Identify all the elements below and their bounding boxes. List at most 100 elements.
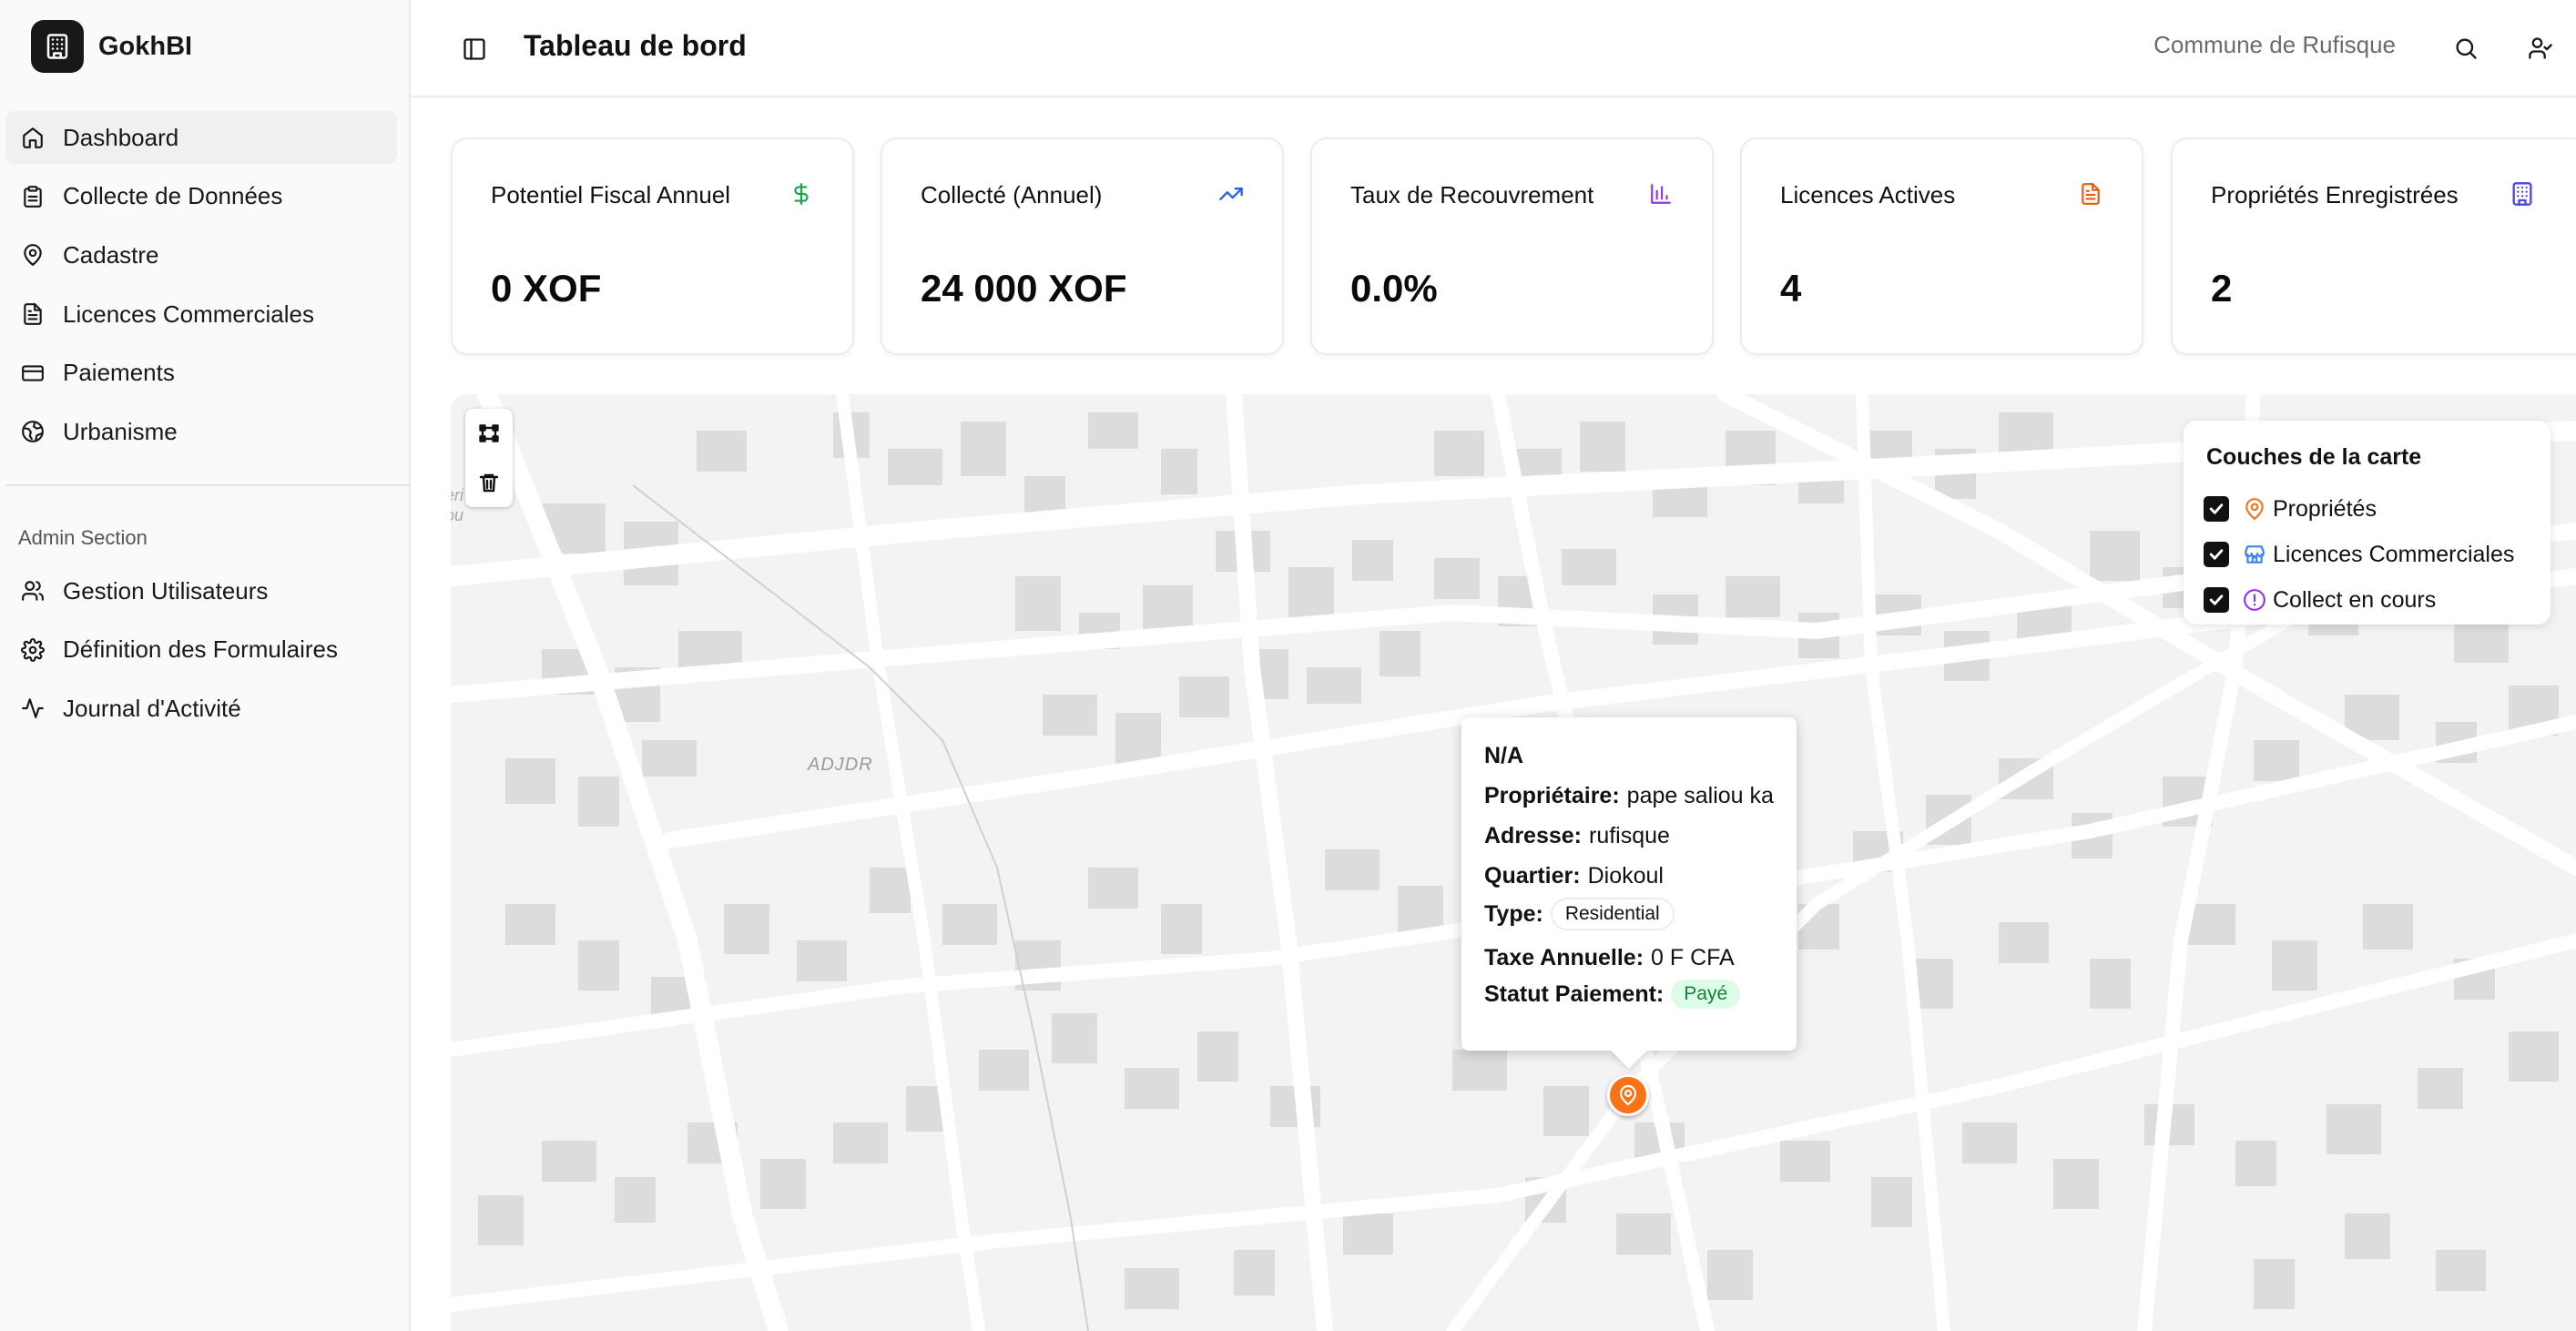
brand[interactable]: GokhBI <box>31 20 192 73</box>
sidebar-item-label: Dashboard <box>63 123 179 151</box>
stat-value: 0 XOF <box>491 267 602 310</box>
sidebar-item-cadastre[interactable]: Cadastre <box>5 229 397 281</box>
layer-toggle-proprietes[interactable]: Propriétés <box>2204 493 2377 524</box>
trending-up-icon <box>1217 179 1246 208</box>
search-icon <box>2456 38 2477 59</box>
layer-label: Licences Commerciales <box>2273 541 2515 567</box>
stat-value: 2 <box>2211 267 2233 310</box>
store-icon <box>2242 542 2267 567</box>
sidebar-toggle-button[interactable] <box>456 31 493 67</box>
stat-card-licences: Licences Actives 4 <box>1740 137 2143 355</box>
owner-value: pape saliou ka <box>1626 783 1774 808</box>
stat-card-proprietes: Propriétés Enregistrées 2 <box>2171 137 2576 355</box>
draw-toolbar <box>465 409 513 507</box>
popup-status-row: Statut Paiement: Payé <box>1484 980 1741 1009</box>
dollar-icon <box>787 179 816 208</box>
address-label: Adresse: <box>1484 823 1582 848</box>
layer-label: Collect en cours <box>2273 586 2437 613</box>
clipboard-icon <box>18 182 47 211</box>
map-pin-icon <box>1619 1084 1637 1106</box>
type-badge: Residential <box>1550 898 1675 930</box>
sidebar-divider <box>5 484 411 486</box>
bar-chart-icon <box>1646 179 1675 208</box>
search-button[interactable] <box>2447 29 2485 67</box>
home-icon <box>18 123 47 152</box>
draw-polygon-button[interactable] <box>465 409 513 458</box>
checkbox-checked[interactable] <box>2204 587 2229 613</box>
address-value: rufisque <box>1589 823 1670 848</box>
popup-title: N/A <box>1484 743 1524 768</box>
owner-label: Propriétaire: <box>1484 783 1620 808</box>
place-fragment-line-2: ou <box>451 506 464 524</box>
layer-label: Propriétés <box>2273 495 2377 522</box>
admin-nav: Gestion Utilisateurs Définition des Form… <box>5 564 397 741</box>
file-text-icon <box>2076 179 2105 208</box>
admin-section-title: Admin Section <box>18 526 148 549</box>
popup-tax-row: Taxe Annuelle: 0 F CFA <box>1484 945 1735 971</box>
layers-title: Couches de la carte <box>2206 444 2422 470</box>
stat-card-potentiel: Potentiel Fiscal Annuel 0 XOF <box>451 137 854 355</box>
layer-toggle-licences[interactable]: Licences Commerciales <box>2204 539 2514 570</box>
stat-title: Collecté (Annuel) <box>921 181 1103 208</box>
sidebar-item-label: Paiements <box>63 359 175 387</box>
sidebar-item-label: Cadastre <box>63 240 159 269</box>
district-value: Diokoul <box>1587 863 1664 889</box>
place-label-fragment: eri ou <box>451 485 463 525</box>
stat-title: Potentiel Fiscal Annuel <box>491 181 731 208</box>
place-fragment-line-1: eri <box>451 486 464 504</box>
user-menu-button[interactable] <box>2521 29 2560 67</box>
stat-value: 0.0% <box>1350 267 1438 310</box>
stat-title: Licences Actives <box>1780 181 1956 208</box>
map-view[interactable]: eri ou ADJDR Couches de la carte Proprié… <box>451 394 2576 1331</box>
stat-value: 24 000 XOF <box>921 267 1127 310</box>
sidebar-item-label: Gestion Utilisateurs <box>63 576 269 605</box>
checkbox-checked[interactable] <box>2204 496 2229 522</box>
globe-icon <box>18 417 47 446</box>
stat-card-taux: Taux de Recouvrement 0.0% <box>1310 137 1714 355</box>
building-icon <box>2508 179 2537 208</box>
tax-value: 0 F CFA <box>1651 945 1735 970</box>
delete-shape-button[interactable] <box>465 458 513 507</box>
top-header: Tableau de bord Commune de Rufisque <box>411 0 2576 97</box>
sidebar-item-collecte[interactable]: Collecte de Données <box>5 170 397 223</box>
map-layers-panel: Couches de la carte Propriétés Licences … <box>2184 421 2551 625</box>
stat-value: 4 <box>1780 267 1802 310</box>
tax-label: Taxe Annuelle: <box>1484 945 1644 970</box>
popup-address-row: Adresse: rufisque <box>1484 823 1670 849</box>
sidebar-item-dashboard[interactable]: Dashboard <box>5 111 397 164</box>
popup-type-row: Type: Residential <box>1484 898 1675 930</box>
sidebar-item-label: Licences Commerciales <box>63 300 314 328</box>
alert-circle-icon <box>2242 587 2267 613</box>
status-label: Statut Paiement: <box>1484 980 1665 1007</box>
popup-district-row: Quartier: Diokoul <box>1484 863 1664 889</box>
credit-card-icon <box>18 359 47 388</box>
sidebar-item-label: Journal d'Activité <box>63 694 241 722</box>
activity-icon <box>18 694 47 723</box>
layer-toggle-collect[interactable]: Collect en cours <box>2204 584 2436 615</box>
sidebar-item-journal[interactable]: Journal d'Activité <box>5 682 397 735</box>
gear-icon <box>18 635 47 665</box>
sidebar-item-label: Urbanisme <box>63 417 178 445</box>
app-name: GokhBI <box>98 31 193 61</box>
district-label: Quartier: <box>1484 863 1581 889</box>
sidebar-item-label: Définition des Formulaires <box>63 635 339 664</box>
sidebar-item-paiements[interactable]: Paiements <box>5 347 397 400</box>
map-pin-icon <box>18 240 47 269</box>
type-label: Type: <box>1484 900 1543 927</box>
sidebar-item-urbanisme[interactable]: Urbanisme <box>5 405 397 458</box>
user-check-icon <box>2529 37 2552 59</box>
commune-name: Commune de Rufisque <box>2153 31 2396 58</box>
sidebar-item-users[interactable]: Gestion Utilisateurs <box>5 564 397 617</box>
sidebar-item-licences[interactable]: Licences Commerciales <box>5 288 397 340</box>
map-pin-icon <box>2242 496 2267 522</box>
panel-left-icon <box>463 38 485 60</box>
stat-title: Propriétés Enregistrées <box>2211 181 2459 208</box>
checkbox-checked[interactable] <box>2204 542 2229 567</box>
place-label: ADJDR <box>808 755 873 775</box>
building-logo-icon <box>31 20 84 73</box>
sidebar-item-label: Collecte de Données <box>63 182 283 210</box>
stat-card-collecte: Collecté (Annuel) 24 000 XOF <box>881 137 1284 355</box>
users-icon <box>18 576 47 605</box>
sidebar-item-forms[interactable]: Définition des Formulaires <box>5 624 397 676</box>
property-marker[interactable] <box>1607 1074 1649 1116</box>
